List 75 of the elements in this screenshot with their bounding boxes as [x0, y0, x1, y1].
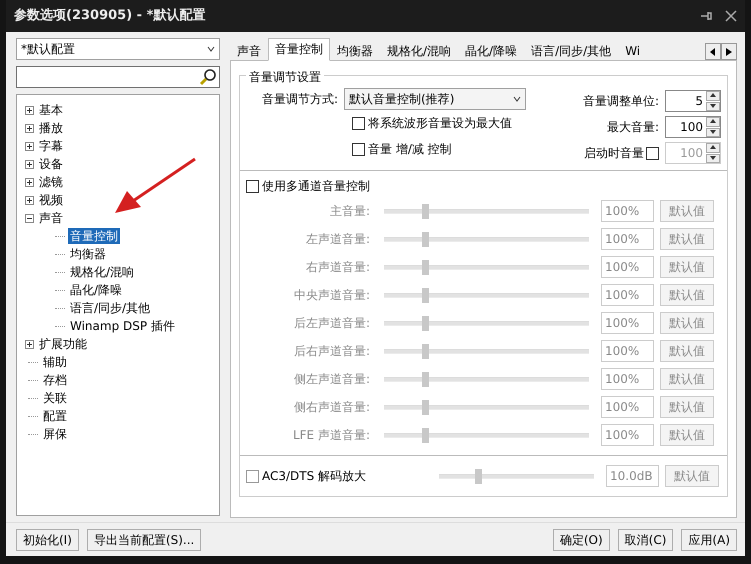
search-icon[interactable] — [199, 68, 217, 86]
spinner-label: 最大音量: — [606, 119, 659, 136]
tab[interactable]: 晶化/降噪 — [458, 40, 524, 60]
tree-item[interactable]: Winamp DSP 插件 — [68, 318, 177, 334]
tree-item[interactable]: 声音 — [37, 210, 65, 226]
tree-item[interactable]: 晶化/降噪 — [68, 282, 124, 298]
expand-icon[interactable] — [25, 142, 34, 150]
checkbox-label: 将系统波形音量设为最大值 — [368, 115, 512, 132]
tree-item[interactable]: 设备 — [37, 156, 65, 172]
checkbox-label: AC3/DTS 解码放大 — [262, 468, 368, 485]
window-title: 参数选项(230905) - *默认配置 — [14, 7, 206, 26]
tree-item[interactable]: 滤镜 — [37, 174, 65, 190]
down-icon[interactable] — [706, 102, 720, 111]
profile-dropdown[interactable]: *默认配置 — [16, 38, 220, 60]
tree-item[interactable]: 辅助 — [41, 354, 69, 370]
tree-item[interactable]: 扩展功能 — [37, 336, 89, 352]
channel-label: 左声道音量: — [304, 231, 370, 248]
tree-item[interactable]: 语言/同步/其他 — [68, 300, 152, 316]
tab[interactable]: 规格化/混响 — [380, 40, 458, 60]
footer-button[interactable]: 初始化(I) — [16, 528, 79, 550]
footer-button[interactable]: 确定(O) — [552, 528, 610, 550]
expand-icon[interactable] — [25, 196, 34, 204]
channel-label: 中央声道音量: — [292, 287, 370, 304]
checkbox-label: 使用多通道音量控制 — [262, 178, 370, 195]
channel-label: LFE 声道音量: — [292, 427, 370, 444]
up-icon[interactable] — [706, 117, 720, 126]
channel-label: 后右声道音量: — [292, 343, 370, 360]
channel-label: 右声道音量: — [304, 259, 370, 276]
footer-button[interactable]: 取消(C) — [618, 528, 674, 550]
scroll-right-icon[interactable] — [721, 43, 737, 60]
expand-icon[interactable] — [25, 178, 34, 186]
checkbox[interactable] — [352, 142, 365, 156]
spinner-label: 启动时音量 — [584, 145, 644, 162]
expand-icon[interactable] — [25, 160, 34, 168]
channel-label: 侧左声道音量: — [292, 371, 370, 388]
tree-item[interactable]: 基本 — [37, 102, 65, 118]
expand-icon[interactable] — [25, 340, 34, 348]
scroll-left-icon[interactable] — [705, 43, 721, 60]
mode-dropdown[interactable]: 默认音量控制(推荐) — [344, 88, 526, 110]
caret-icon — [513, 96, 522, 102]
channel-label: 后左声道音量: — [292, 315, 370, 332]
tree-item[interactable]: 规格化/混响 — [68, 264, 136, 280]
tree-item[interactable]: 音量控制 — [68, 228, 120, 244]
tab[interactable]: 音量控制 — [268, 38, 330, 61]
caret-icon — [207, 46, 215, 52]
footer-button[interactable]: 应用(A) — [681, 528, 737, 550]
spinner-label: 音量调整单位: — [582, 93, 659, 110]
expand-icon[interactable] — [25, 106, 34, 114]
down-icon[interactable] — [706, 128, 720, 137]
field-label: 音量调节方式: — [262, 91, 338, 108]
tree-item[interactable]: 屏保 — [41, 426, 69, 442]
tree-item[interactable]: 配置 — [41, 408, 69, 424]
up-icon[interactable] — [706, 91, 720, 100]
number-spinner[interactable]: 100 — [665, 116, 721, 138]
tree-item[interactable]: 播放 — [37, 120, 65, 136]
collapse-icon[interactable] — [25, 214, 34, 222]
footer-button[interactable]: 导出当前配置(S)... — [86, 528, 202, 550]
tree-item[interactable]: 均衡器 — [68, 246, 108, 262]
tab[interactable]: 均衡器 — [330, 40, 380, 60]
tab[interactable]: 语言/同步/其他 — [524, 40, 618, 60]
tree-item[interactable]: 字幕 — [37, 138, 65, 154]
search-field[interactable] — [16, 66, 220, 88]
close-icon[interactable] — [725, 10, 737, 22]
channel-label: 主音量: — [328, 203, 370, 220]
tree-item[interactable]: 存档 — [41, 372, 69, 388]
tab[interactable]: 声音 — [230, 40, 268, 60]
pin-icon[interactable] — [701, 10, 713, 22]
tab[interactable]: Wi — [618, 40, 648, 60]
tree-item[interactable]: 视频 — [37, 192, 65, 208]
checkbox-label: 音量 增/减 控制 — [368, 141, 452, 158]
checkbox[interactable] — [352, 116, 365, 130]
channel-label: 侧右声道音量: — [292, 399, 370, 416]
expand-icon[interactable] — [25, 124, 34, 132]
number-spinner[interactable]: 5 — [665, 90, 721, 112]
tree-item[interactable]: 关联 — [41, 390, 69, 406]
